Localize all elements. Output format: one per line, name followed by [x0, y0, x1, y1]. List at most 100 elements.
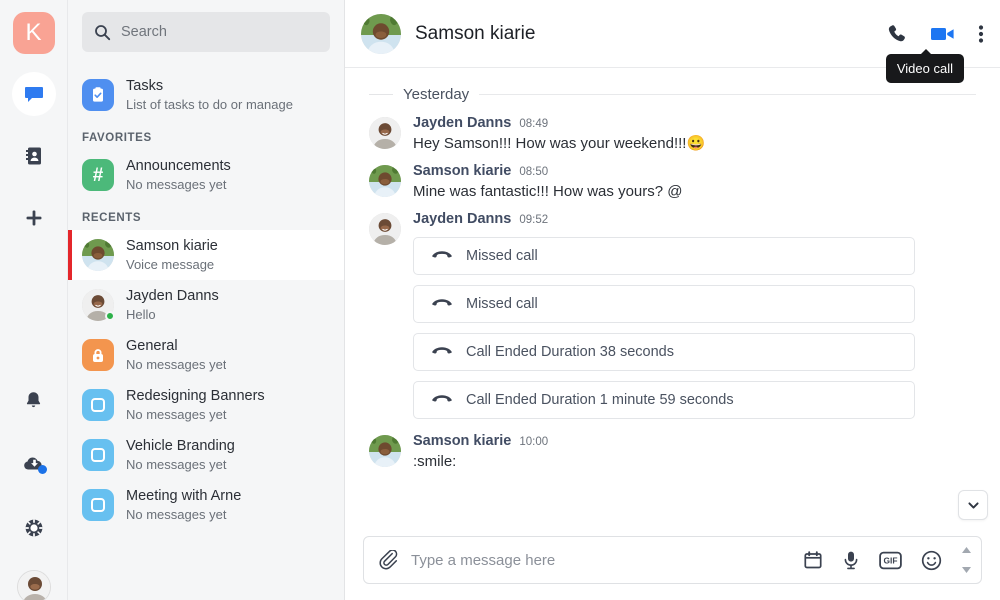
- calendar-icon[interactable]: [803, 550, 823, 570]
- message-body: Samson kiarie 10:00 :smile:: [413, 433, 976, 473]
- sidebar-item-announcements-title: Announcements: [126, 158, 231, 174]
- downloads-badge: [37, 465, 47, 474]
- sidebar-item-vehicle-title: Vehicle Branding: [126, 438, 235, 454]
- sidebar-item-tasks-text: Tasks List of tasks to do or manage: [126, 77, 293, 113]
- message-timestamp: 10:00: [519, 436, 549, 448]
- composer-scroll-arrows[interactable]: [962, 547, 975, 573]
- search-icon: [94, 24, 111, 41]
- chevron-down-icon: [966, 498, 981, 513]
- sidebar-item-samson-title: Samson kiarie: [126, 238, 218, 254]
- square-icon: [82, 439, 114, 471]
- presence-online-indicator: [105, 311, 115, 321]
- sidebar-item-redesigning-subtitle: No messages yet: [126, 407, 227, 422]
- sidebar-item-jayden-text: Jayden Danns Hello: [126, 287, 219, 323]
- rail-item-downloads[interactable]: [12, 442, 56, 486]
- sidebar-item-general-text: General No messages yet: [126, 337, 226, 373]
- message-item: Samson kiarie 08:50 Mine was fantastic!!…: [345, 157, 1000, 205]
- caret-up-icon[interactable]: [962, 547, 971, 553]
- square-glyph: [91, 448, 105, 462]
- rail-item-notifications[interactable]: [12, 378, 56, 422]
- video-call-tooltip: Video call: [885, 49, 964, 83]
- app-logo-letter: K: [25, 19, 42, 46]
- rail-user-avatar[interactable]: [16, 570, 51, 600]
- rail-item-help[interactable]: [12, 506, 56, 550]
- sidebar-item-announcements[interactable]: # Announcements No messages yet: [68, 150, 344, 200]
- sidebar-item-announcements-text: Announcements No messages yet: [126, 157, 231, 193]
- avatar-samson: [369, 165, 401, 197]
- sidebar-item-vehicle-subtitle: No messages yet: [126, 457, 227, 472]
- call-ended-icon: [432, 346, 452, 358]
- section-recents-label: RECENTS: [82, 212, 142, 224]
- message-body: Samson kiarie 08:50 Mine was fantastic!!…: [413, 163, 976, 203]
- sidebar-item-vehicle-branding[interactable]: Vehicle Branding No messages yet: [68, 430, 344, 480]
- composer-container: Type a message here GIF: [345, 528, 1000, 600]
- sidebar-item-redesigning-title: Redesigning Banners: [126, 388, 265, 404]
- message-text: :smile:: [413, 453, 457, 470]
- video-call-icon[interactable]: [930, 24, 956, 44]
- sidebar-item-meeting-with-arne[interactable]: Meeting with Arne No messages yet: [68, 480, 344, 530]
- sidebar-list: Tasks List of tasks to do or manage FAVO…: [68, 60, 344, 530]
- page-title: Samson kiarie: [415, 22, 536, 44]
- more-options-icon[interactable]: [978, 23, 984, 45]
- rail-item-contacts[interactable]: [12, 134, 56, 178]
- scroll-to-bottom-button[interactable]: [958, 490, 988, 520]
- message-body: Jayden Danns 08:49 Hey Samson!!! How was…: [413, 115, 976, 155]
- help-icon: [23, 517, 45, 539]
- rail-top-group: K: [11, 0, 56, 240]
- call-label: Call Ended Duration 1 minute 59 seconds: [466, 392, 734, 408]
- message-meta: Jayden Danns 08:49: [413, 115, 976, 131]
- square-icon: [82, 489, 114, 521]
- paperclip-icon[interactable]: [378, 549, 399, 571]
- hash-icon: #: [82, 159, 114, 191]
- lock-icon: [82, 339, 114, 371]
- message-composer[interactable]: Type a message here GIF: [363, 536, 982, 584]
- audio-call-icon[interactable]: [886, 23, 908, 45]
- square-glyph: [91, 398, 105, 412]
- sidebar-item-samson-subtitle: Voice message: [126, 257, 215, 272]
- microphone-icon[interactable]: [842, 550, 860, 570]
- message-meta: Samson kiarie 10:00: [413, 433, 976, 449]
- search-container: Search: [68, 0, 344, 60]
- message-meta: Samson kiarie 08:50: [413, 163, 976, 179]
- composer-icons: GIF: [803, 550, 950, 571]
- sidebar-item-jayden-subtitle: Hello: [126, 307, 156, 322]
- sidebar-item-samson-kiarie[interactable]: Samson kiarie Voice message: [68, 230, 344, 280]
- sidebar-item-announcements-subtitle: No messages yet: [126, 177, 227, 192]
- avatar-samson: [369, 435, 401, 467]
- caret-down-icon[interactable]: [962, 567, 971, 573]
- emoji-icon[interactable]: [921, 550, 942, 571]
- search-input[interactable]: Search: [82, 12, 330, 52]
- avatar-samson: [82, 239, 114, 271]
- call-card[interactable]: Call Ended Duration 38 seconds: [413, 333, 915, 371]
- message-timestamp: 08:49: [519, 118, 549, 130]
- message-body: Jayden Danns 09:52 Missed call Missed ca…: [413, 211, 976, 419]
- message-item: Samson kiarie 10:00 :smile:: [345, 421, 1000, 475]
- message-input-placeholder[interactable]: Type a message here: [411, 552, 791, 569]
- call-card[interactable]: Missed call: [413, 285, 915, 323]
- rail-item-add[interactable]: [12, 196, 56, 240]
- chat-icon: [23, 83, 45, 105]
- sidebar-item-meeting-subtitle: No messages yet: [126, 507, 227, 522]
- message-meta: Jayden Danns 09:52: [413, 211, 976, 227]
- sidebar-item-redesigning-banners[interactable]: Redesigning Banners No messages yet: [68, 380, 344, 430]
- avatar-jayden: [369, 213, 401, 245]
- avatar: [82, 239, 114, 271]
- svg-text:GIF: GIF: [884, 555, 898, 565]
- gif-icon[interactable]: GIF: [879, 551, 902, 570]
- app-window: K Search Tasks List of tasks to do or ma…: [0, 0, 1000, 600]
- message-item: Jayden Danns 09:52 Missed call Missed ca…: [345, 205, 1000, 421]
- avatar-jayden: [369, 117, 401, 149]
- call-label: Call Ended Duration 38 seconds: [466, 344, 674, 360]
- sidebar-item-general-title: General: [126, 338, 178, 354]
- chat-header-avatar[interactable]: [361, 13, 401, 54]
- app-logo[interactable]: K: [12, 12, 55, 54]
- sidebar-item-tasks[interactable]: Tasks List of tasks to do or manage: [68, 70, 344, 120]
- sidebar-item-jayden-danns[interactable]: Jayden Danns Hello: [68, 280, 344, 330]
- rail-item-chat[interactable]: [11, 72, 56, 116]
- call-card[interactable]: Missed call: [413, 237, 915, 275]
- call-ended-icon: [432, 250, 452, 262]
- call-card[interactable]: Call Ended Duration 1 minute 59 seconds: [413, 381, 915, 419]
- sidebar-item-general[interactable]: General No messages yet: [68, 330, 344, 380]
- day-divider-label: Yesterday: [403, 86, 470, 103]
- sidebar-item-jayden-title: Jayden Danns: [126, 288, 219, 304]
